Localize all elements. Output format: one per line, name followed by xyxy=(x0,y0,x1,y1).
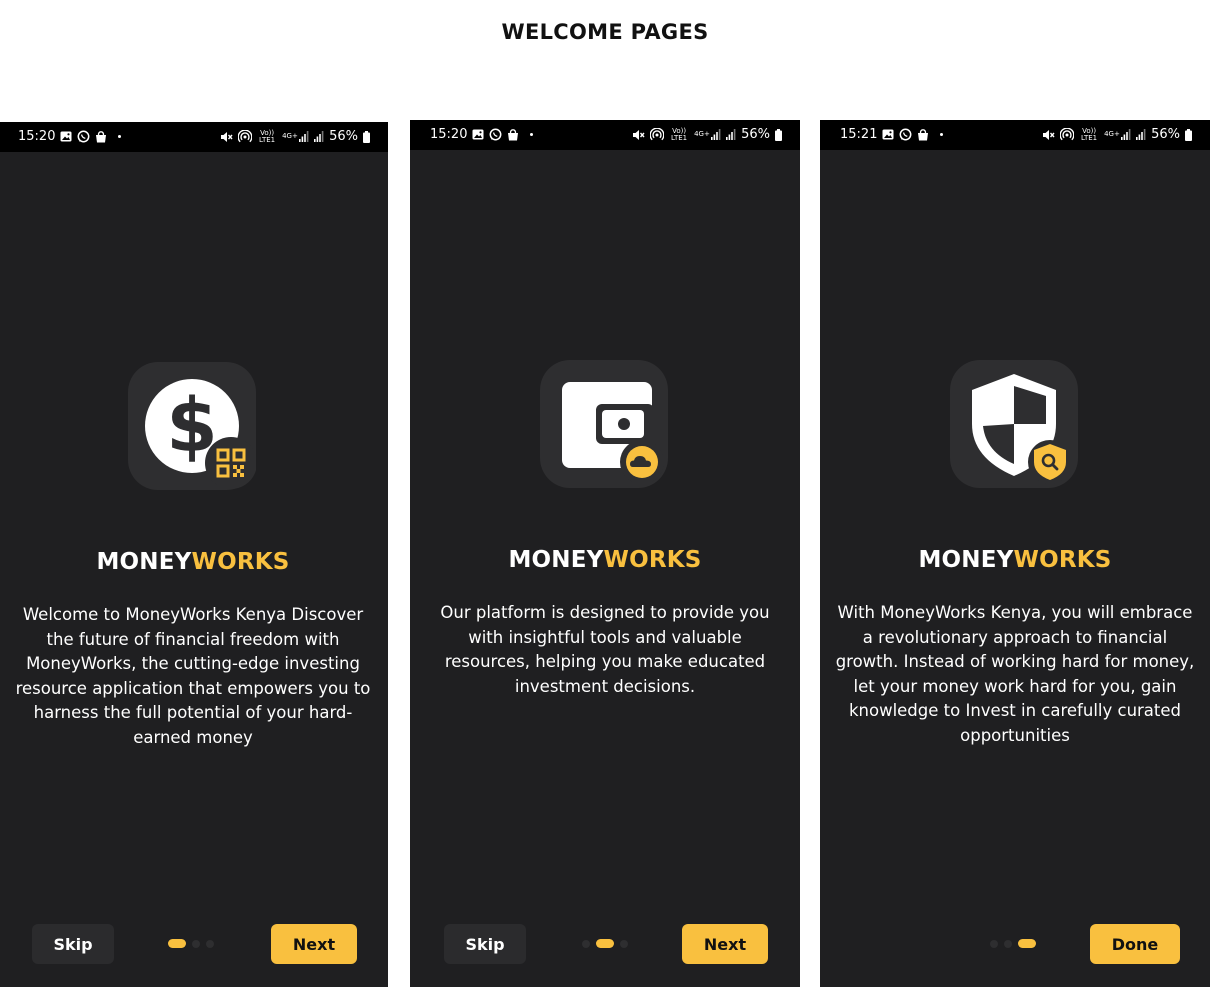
gallery-icon xyxy=(882,129,894,140)
page-dot-2 xyxy=(192,939,200,948)
notification-dot xyxy=(118,135,122,138)
signal-icon xyxy=(726,129,736,140)
battery-percent: 56% xyxy=(741,127,770,142)
page-dot-1 xyxy=(582,939,590,948)
signal-icon xyxy=(1136,129,1146,140)
gallery-icon xyxy=(472,129,484,140)
welcome-screen-3: 15:21 Vo)) LTE1 4G+ 56% MONEYWORKS With … xyxy=(820,120,1210,987)
welcome-screen-1: 15:20 Vo)) LTE1 4G+ 56% $ MONEYWORKS Wel… xyxy=(0,122,388,987)
skip-button[interactable]: Skip xyxy=(32,924,114,964)
done-button[interactable]: Done xyxy=(1090,924,1180,964)
page-dot-1 xyxy=(168,939,186,948)
page-dot-2 xyxy=(1004,939,1012,948)
status-bar: 15:20 Vo)) LTE1 4G+ 56% xyxy=(0,122,388,152)
mute-icon xyxy=(632,129,645,141)
next-button[interactable]: Next xyxy=(271,924,357,964)
page-dot-3 xyxy=(206,939,214,948)
hotspot-icon xyxy=(1060,128,1075,141)
mute-icon xyxy=(220,131,233,143)
page-title: WELCOME PAGES xyxy=(501,20,709,44)
signal-icon xyxy=(1121,129,1131,140)
skip-button[interactable]: Skip xyxy=(444,924,526,964)
hotspot-icon xyxy=(238,130,253,143)
battery-icon xyxy=(1185,128,1192,141)
status-bar: 15:21 Vo)) LTE1 4G+ 56% xyxy=(820,120,1210,150)
page-dot-2 xyxy=(596,939,614,948)
volte-icon: Vo)) LTE1 xyxy=(259,128,276,144)
welcome-description: Our platform is designed to provide you … xyxy=(440,603,770,696)
status-time: 15:20 xyxy=(430,127,468,142)
whatsapp-icon xyxy=(899,128,912,141)
shopping-bag-icon xyxy=(507,128,519,141)
brand-logo: MONEYWORKS xyxy=(96,549,290,575)
page-indicator xyxy=(168,939,214,948)
status-time: 15:20 xyxy=(18,129,56,144)
signal-icon xyxy=(711,129,721,140)
welcome-description: Welcome to MoneyWorks Kenya Discover the… xyxy=(15,605,371,747)
volte-icon: Vo)) LTE1 xyxy=(1081,126,1098,142)
welcome-description: With MoneyWorks Kenya, you will embrace … xyxy=(835,603,1195,745)
whatsapp-icon xyxy=(489,128,502,141)
dollar-qr-icon: $ xyxy=(128,362,256,490)
next-button[interactable]: Next xyxy=(682,924,768,964)
notification-dot xyxy=(940,133,944,136)
battery-percent: 56% xyxy=(329,129,358,144)
brand-logo: MONEYWORKS xyxy=(918,547,1112,573)
gallery-icon xyxy=(60,131,72,142)
battery-icon xyxy=(775,128,782,141)
whatsapp-icon xyxy=(77,130,90,143)
page-indicator xyxy=(582,939,628,948)
page-dot-3 xyxy=(620,939,628,948)
page-dot-1 xyxy=(990,939,998,948)
page-dot-3 xyxy=(1018,939,1036,948)
status-bar: 15:20 Vo)) LTE1 4G+ 56% xyxy=(410,120,800,150)
battery-percent: 56% xyxy=(1151,127,1180,142)
volte-icon: Vo)) LTE1 xyxy=(671,126,688,142)
page-indicator xyxy=(990,939,1036,948)
battery-icon xyxy=(363,130,370,143)
wallet-cloud-icon xyxy=(540,360,668,488)
brand-logo: MONEYWORKS xyxy=(508,547,702,573)
welcome-screen-2: 15:20 Vo)) LTE1 4G+ 56% MONEYWORKS Our p… xyxy=(410,120,800,987)
signal-icon xyxy=(314,131,324,142)
signal-icon xyxy=(299,131,309,142)
status-time: 15:21 xyxy=(840,127,878,142)
notification-dot xyxy=(530,133,534,136)
shopping-bag-icon xyxy=(95,130,107,143)
mute-icon xyxy=(1042,129,1055,141)
4g-icon: 4G+ xyxy=(1104,130,1120,138)
4g-icon: 4G+ xyxy=(694,130,710,138)
shopping-bag-icon xyxy=(917,128,929,141)
4g-icon: 4G+ xyxy=(282,132,298,140)
shield-search-icon xyxy=(950,360,1078,488)
hotspot-icon xyxy=(650,128,665,141)
